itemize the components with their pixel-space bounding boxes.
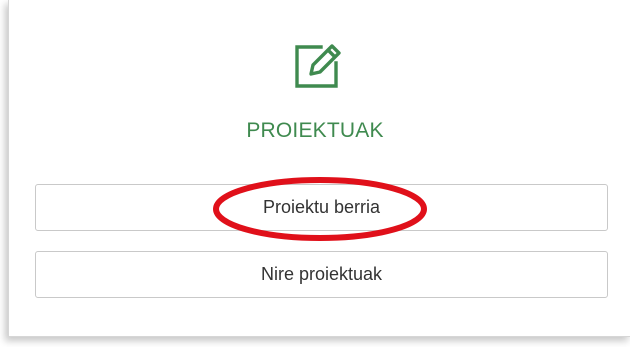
section-title: PROIEKTUAK — [246, 119, 384, 142]
new-project-label: Proiektu berria — [262, 197, 381, 217]
my-projects-label: Nire proiektuak — [260, 264, 383, 284]
edit-icon — [287, 37, 347, 97]
my-projects-button[interactable]: Nire proiektuak — [35, 251, 608, 298]
screenshot-stage: PROIEKTUAK Proiektu berria Nire proiektu… — [0, 0, 630, 347]
new-project-button[interactable]: Proiektu berria — [35, 184, 608, 231]
